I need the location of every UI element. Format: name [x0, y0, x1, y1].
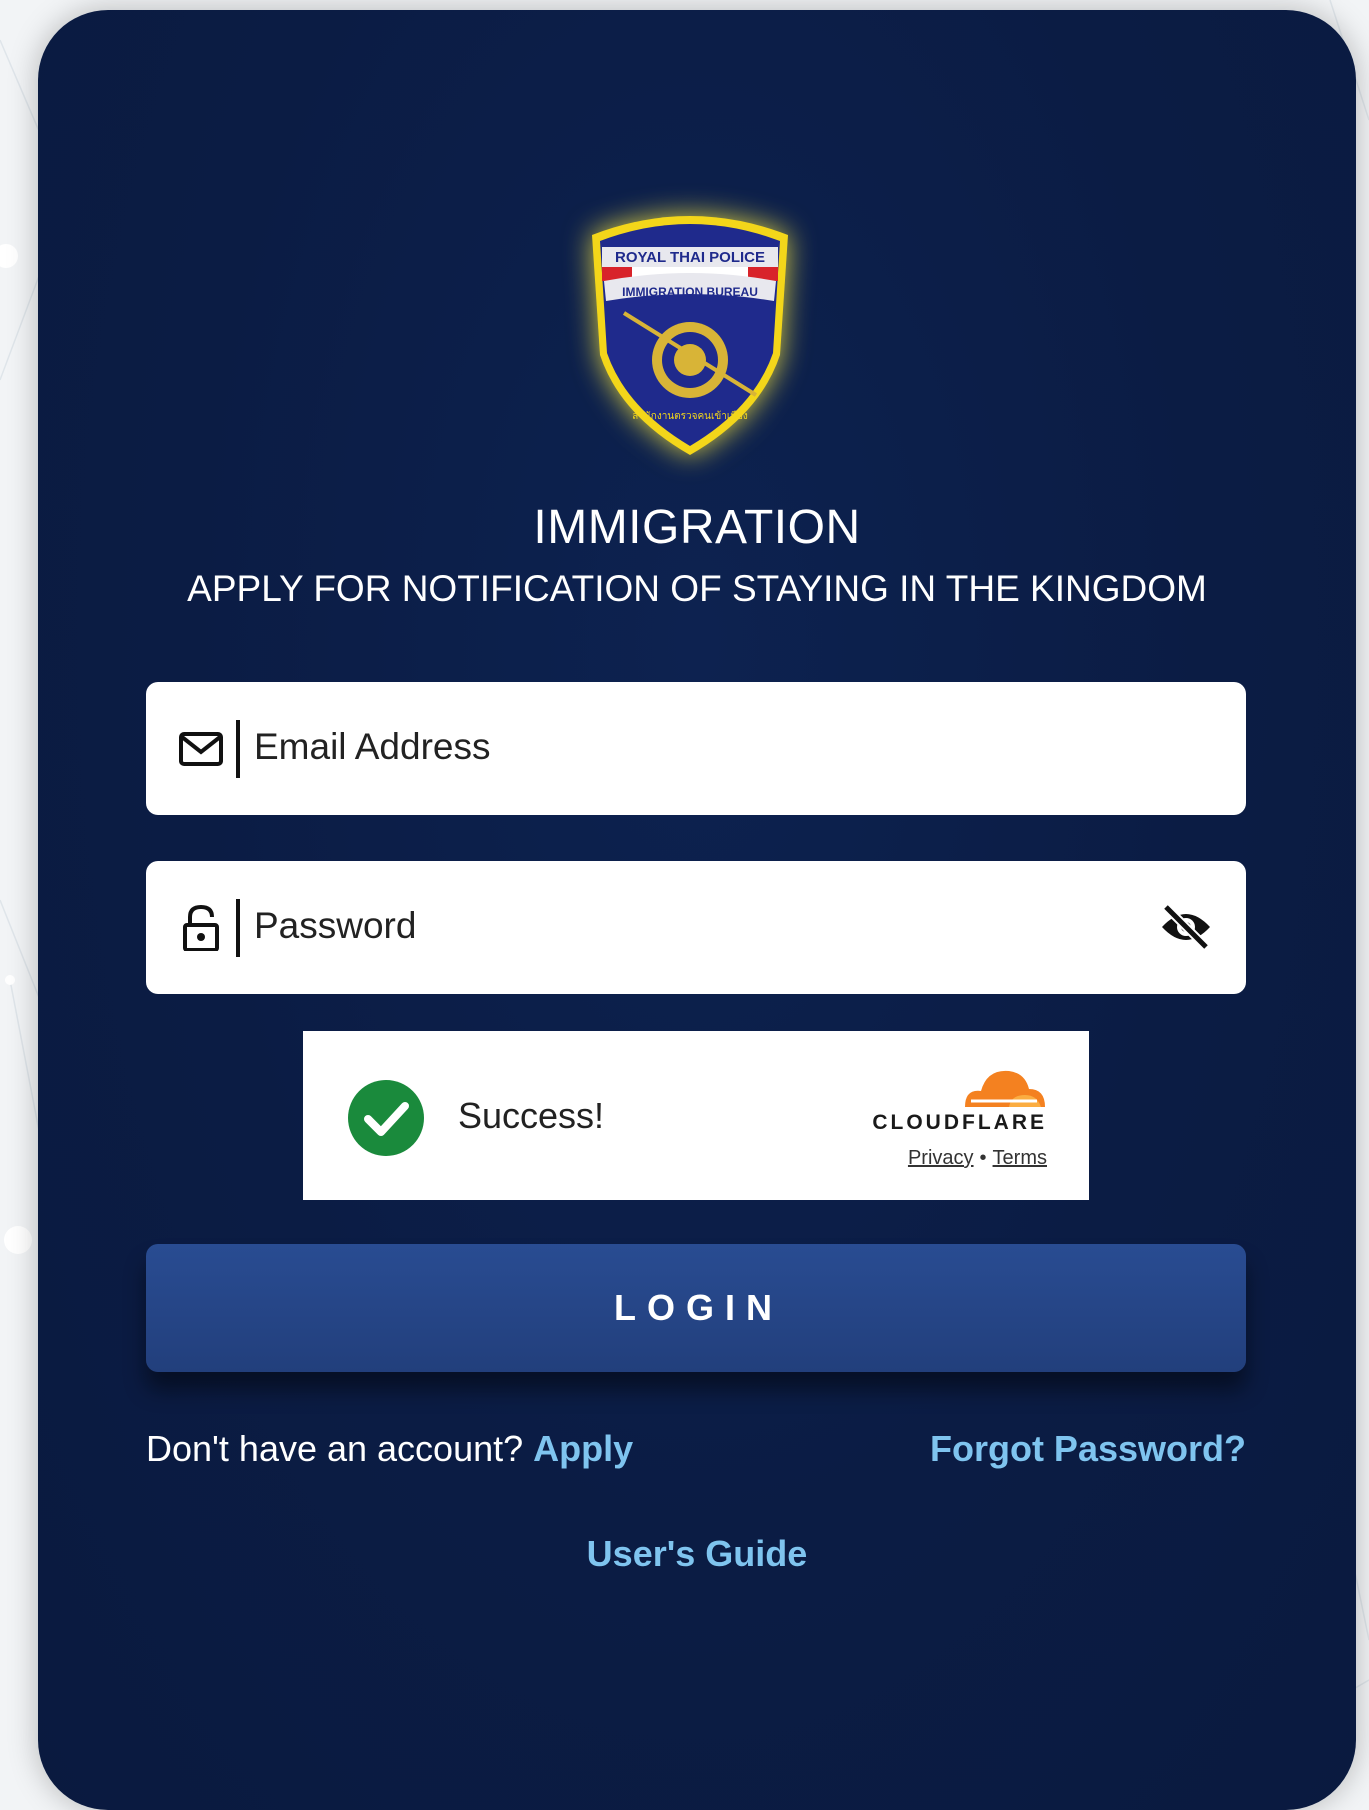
check-circle-icon [348, 1080, 424, 1156]
password-field-divider [236, 899, 240, 957]
cloudflare-logo-icon [965, 1070, 1045, 1107]
emblem-top-banner: ROYAL THAI POLICE [615, 249, 765, 266]
email-field[interactable] [146, 682, 1246, 815]
login-button[interactable]: LOGIN [146, 1244, 1246, 1372]
users-guide-link[interactable]: User's Guide [587, 1533, 808, 1574]
page-title: IMMIGRATION [533, 501, 861, 554]
apply-link[interactable]: Apply [533, 1428, 633, 1469]
link-separator: • [979, 1147, 987, 1169]
email-field-divider [236, 720, 240, 778]
emblem-thai-text: สำนักงานตรวจคนเข้าเมือง [632, 410, 748, 422]
users-guide-container: User's Guide [38, 1533, 1356, 1575]
password-input[interactable] [254, 891, 1154, 961]
royal-thai-police-emblem: ROYAL THAI POLICE IMMIGRATION BUREAU สำน… [580, 205, 800, 460]
email-input[interactable] [254, 712, 1154, 782]
no-account-text: Don't have an account? [146, 1428, 524, 1469]
account-links-row: Don't have an account? Apply Forgot Pass… [146, 1428, 1246, 1478]
cloudflare-brand: CLOUDFLARE [872, 1111, 1047, 1134]
captcha-links: Privacy • Terms [851, 1147, 1047, 1170]
forgot-password-link[interactable]: Forgot Password? [930, 1428, 1246, 1470]
page-subtitle: APPLY FOR NOTIFICATION OF STAYING IN THE… [187, 568, 1207, 609]
captcha-status-text: Success! [458, 1095, 605, 1136]
lock-icon [183, 905, 219, 951]
privacy-link[interactable]: Privacy [908, 1147, 974, 1169]
no-account-prompt: Don't have an account? Apply [146, 1428, 633, 1470]
cloudflare-captcha[interactable]: Success! CLOUDFLARE Privacy • Terms [303, 1031, 1089, 1200]
password-field[interactable] [146, 861, 1246, 994]
envelope-icon [179, 732, 223, 766]
eye-slash-icon[interactable] [1158, 901, 1214, 953]
emblem-middle-banner: IMMIGRATION BUREAU [622, 285, 758, 299]
terms-link[interactable]: Terms [993, 1147, 1047, 1169]
